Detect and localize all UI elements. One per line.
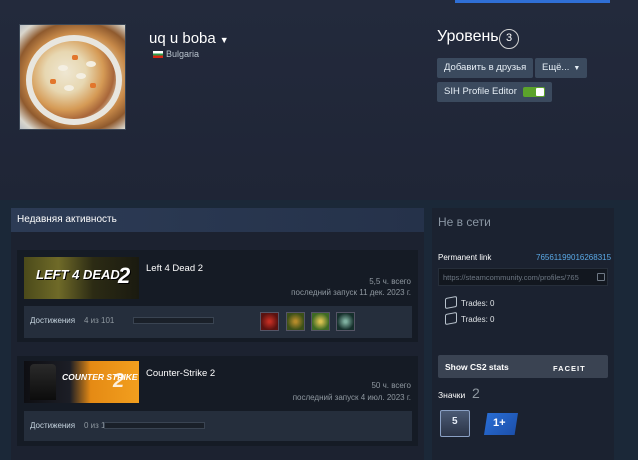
online-status: Не в сети <box>438 215 491 229</box>
trade-icon <box>445 295 457 310</box>
faceit-logo: FACEIT <box>553 364 586 373</box>
avatar-detail <box>76 73 86 79</box>
capsule-logo-number: 2 <box>113 370 125 392</box>
bulgaria-flag-icon <box>153 50 163 58</box>
country-label: Bulgaria <box>166 49 200 59</box>
achievements-bar <box>24 411 412 441</box>
achievement-icon[interactable] <box>336 312 355 331</box>
capsule-soldier-figure <box>30 364 56 400</box>
level-badge[interactable]: 3 <box>499 29 519 49</box>
avatar-detail <box>50 79 56 84</box>
recent-activity-title: Недавняя активность <box>17 214 117 225</box>
achievement-icon[interactable] <box>286 312 305 331</box>
trades-count: Trades: 0 <box>461 315 495 324</box>
add-friend-button[interactable]: Добавить в друзья <box>437 58 534 78</box>
achievement-icon[interactable] <box>311 312 330 331</box>
chevron-down-icon: ▼ <box>573 65 581 72</box>
game-hours: 50 ч. всего <box>371 381 411 390</box>
avatar-detail <box>72 55 78 60</box>
achievements-count: 0 из 1 <box>84 421 106 430</box>
avatar-image <box>26 35 122 125</box>
avatar-detail <box>64 85 74 91</box>
copy-icon[interactable] <box>597 273 605 281</box>
badges-count: 2 <box>472 385 480 401</box>
trade-icon <box>445 311 457 326</box>
game-hours: 5,5 ч. всего <box>369 277 411 286</box>
achievements-progress <box>133 317 214 324</box>
permanent-link-label: Permanent link <box>438 253 492 262</box>
achievements-label[interactable]: Достижения <box>30 421 75 430</box>
avatar[interactable] <box>19 24 126 130</box>
profile-country: Bulgaria <box>153 49 199 59</box>
avatar-detail <box>90 83 96 88</box>
cs2-stats-label: Show CS2 stats <box>445 362 509 372</box>
capsule-logo-text: COUNTER STRIKE <box>62 372 138 382</box>
sih-editor-toggle[interactable] <box>522 87 545 97</box>
game-title[interactable]: Counter-Strike 2 <box>146 368 215 379</box>
more-button[interactable]: Ещё... ▼ <box>535 58 588 78</box>
more-button-label: Ещё... <box>542 62 570 73</box>
level-label: Уровень <box>437 28 499 45</box>
capsule-logo-number: 2 <box>118 263 131 288</box>
game-last-played: последний запуск 4 июл. 2023 г. <box>292 393 411 402</box>
sih-profile-editor-button[interactable]: SIH Profile Editor <box>437 82 552 102</box>
steam-id-link[interactable]: 76561199016268315 <box>536 253 611 262</box>
achievements-count: 4 из 101 <box>84 316 115 325</box>
achievements-progress <box>104 422 205 429</box>
badge-value: 5 <box>452 416 458 427</box>
chevron-down-icon[interactable]: ▼ <box>220 35 229 45</box>
avatar-detail <box>58 65 68 71</box>
capsule-logo-text: LEFT 4 DEAD <box>36 267 120 282</box>
profile-name[interactable]: uq u boba ▼ <box>149 30 229 47</box>
top-accent-bar <box>455 0 610 3</box>
profile-url-text: https://steamcommunity.com/profiles/765 <box>443 273 579 282</box>
profile-name-text: uq u boba <box>149 30 216 47</box>
avatar-detail <box>86 61 96 67</box>
achievement-icon[interactable] <box>260 312 279 331</box>
toggle-knob <box>535 88 544 96</box>
badges-label[interactable]: Значки <box>438 390 465 400</box>
achievements-label[interactable]: Достижения <box>30 316 75 325</box>
game-last-played: последний запуск 11 дек. 2023 г. <box>291 288 411 297</box>
game-title[interactable]: Left 4 Dead 2 <box>146 263 203 274</box>
badge-value: 1+ <box>493 417 506 429</box>
sih-editor-label: SIH Profile Editor <box>444 86 517 97</box>
trades-count: Trades: 0 <box>461 299 495 308</box>
